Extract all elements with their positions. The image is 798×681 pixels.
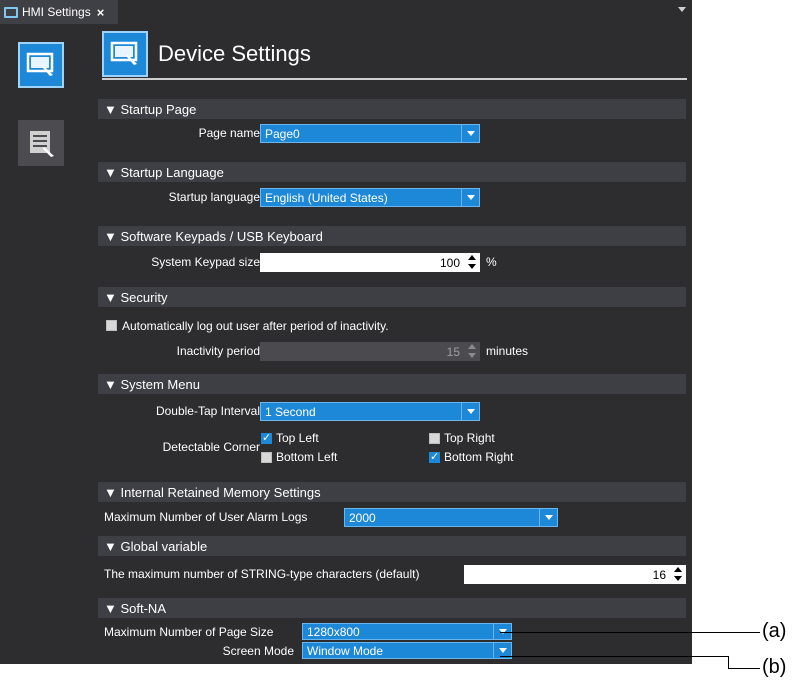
callout-b-line-top — [500, 656, 728, 657]
callout-b-label: (b) — [762, 656, 787, 678]
section-retained-memory[interactable]: ▼ Internal Retained Memory Settings — [98, 482, 686, 502]
screen-mode-label: Screen Mode — [222, 644, 294, 658]
bottom-left-checkbox[interactable] — [261, 452, 272, 463]
startup-language-dropdown[interactable]: English (United States) — [260, 188, 480, 207]
bottom-right-checkbox[interactable] — [429, 450, 440, 463]
chevron-down-icon — [539, 509, 557, 526]
hmi-settings-window: HMI Settings × Device Settings ▼ Startup… — [0, 0, 692, 681]
startup-language-value: English (United States) — [265, 190, 388, 205]
category-sidebar — [0, 24, 88, 664]
monitor-icon — [102, 31, 148, 77]
top-left-checkbox[interactable] — [261, 431, 272, 444]
double-tap-dropdown[interactable]: 1 Second — [260, 402, 480, 421]
keypad-size-row: System Keypad size 100 % — [98, 251, 686, 273]
spinner-arrows-icon[interactable] — [467, 344, 477, 358]
screen-mode-value: Window Mode — [307, 643, 384, 658]
inactivity-period-spinner[interactable]: 15 — [260, 342, 480, 361]
section-startup-page[interactable]: ▼ Startup Page — [98, 99, 686, 119]
spinner-arrows-icon[interactable] — [467, 255, 477, 269]
max-string-chars-label: The maximum number of STRING-type charac… — [104, 567, 420, 581]
max-string-chars-spinner[interactable]: 16 — [464, 565, 686, 584]
section-keypads[interactable]: ▼ Software Keypads / USB Keyboard — [98, 226, 686, 246]
max-page-size-dropdown[interactable]: 1280x800 — [302, 623, 512, 640]
chevron-down-icon — [461, 403, 479, 420]
double-tap-label: Double-Tap Interval — [155, 404, 260, 418]
callout-b-line-bottom — [728, 668, 760, 669]
tab-bar: HMI Settings × — [0, 0, 692, 24]
chevron-down-icon — [461, 189, 479, 206]
settings-panel: Device Settings ▼ Startup Page Page name… — [88, 24, 692, 664]
page-name-value: Page0 — [265, 126, 300, 141]
bottom-right-label: Bottom Right — [444, 450, 514, 464]
max-alarm-logs-label: Maximum Number of User Alarm Logs — [104, 510, 308, 524]
max-alarm-logs-dropdown[interactable]: 2000 — [344, 508, 558, 527]
page-name-label: Page name — [198, 126, 260, 140]
top-right-checkbox[interactable] — [429, 433, 440, 444]
max-alarm-logs-row: Maximum Number of User Alarm Logs 2000 — [98, 506, 686, 528]
keypad-size-label: System Keypad size — [151, 255, 260, 269]
tab-title: HMI Settings — [22, 5, 91, 19]
screen-mode-row: Screen Mode Window Mode — [98, 641, 686, 663]
startup-language-label: Startup language — [168, 190, 260, 204]
bottom-left-label: Bottom Left — [276, 450, 338, 464]
section-soft-na[interactable]: ▼ Soft-NA — [98, 598, 686, 618]
section-startup-language[interactable]: ▼ Startup Language — [98, 162, 686, 182]
max-page-size-label: Maximum Number of Page Size — [104, 625, 274, 639]
device-settings-nav-button[interactable] — [18, 42, 64, 88]
page-name-row: Page name Page0 — [98, 122, 686, 144]
max-page-size-value: 1280x800 — [307, 624, 360, 639]
inactivity-period-value: 15 — [446, 344, 460, 359]
auto-logout-checkbox[interactable] — [106, 320, 117, 331]
top-left-label: Top Left — [276, 431, 319, 445]
auto-logout-row: Automatically log out user after period … — [98, 316, 686, 338]
chevron-down-icon[interactable] — [678, 7, 686, 12]
double-tap-row: Double-Tap Interval 1 Second — [98, 400, 686, 422]
max-string-chars-value: 16 — [652, 567, 666, 582]
close-icon[interactable]: × — [97, 5, 105, 20]
tab-hmi-settings[interactable]: HMI Settings × — [0, 0, 118, 24]
inactivity-period-label: Inactivity period — [176, 344, 260, 358]
callout-a-label: (a) — [762, 620, 787, 642]
page-name-dropdown[interactable]: Page0 — [260, 124, 480, 143]
system-settings-nav-button[interactable] — [18, 120, 64, 166]
keypad-size-unit: % — [486, 255, 497, 269]
detectable-corner-row: Detectable Corner Top Left Top Right Bot… — [98, 430, 686, 470]
server-list-icon — [30, 131, 54, 157]
inactivity-period-row: Inactivity period 15 minutes — [98, 340, 686, 362]
section-security[interactable]: ▼ Security — [98, 287, 686, 307]
panel-header: Device Settings — [102, 30, 687, 80]
monitor-icon — [4, 6, 18, 18]
section-system-menu[interactable]: ▼ System Menu — [98, 374, 686, 394]
section-global-variable[interactable]: ▼ Global variable — [98, 536, 686, 556]
page-title: Device Settings — [158, 41, 311, 66]
auto-logout-label: Automatically log out user after period … — [122, 319, 389, 333]
max-string-chars-row: The maximum number of STRING-type charac… — [98, 563, 686, 585]
screen-mode-dropdown[interactable]: Window Mode — [302, 642, 512, 659]
spinner-arrows-icon[interactable] — [673, 567, 683, 581]
inactivity-period-unit: minutes — [486, 344, 529, 358]
callout-a-line — [500, 632, 760, 633]
monitor-icon — [26, 52, 54, 76]
keypad-size-value: 100 — [439, 255, 460, 270]
top-right-label: Top Right — [444, 431, 495, 445]
max-alarm-logs-value: 2000 — [349, 510, 376, 525]
double-tap-value: 1 Second — [265, 404, 316, 419]
keypad-size-spinner[interactable]: 100 — [260, 253, 480, 272]
startup-language-row: Startup language English (United States) — [98, 186, 686, 208]
chevron-down-icon — [461, 125, 479, 142]
detectable-corner-label: Detectable Corner — [162, 440, 260, 454]
